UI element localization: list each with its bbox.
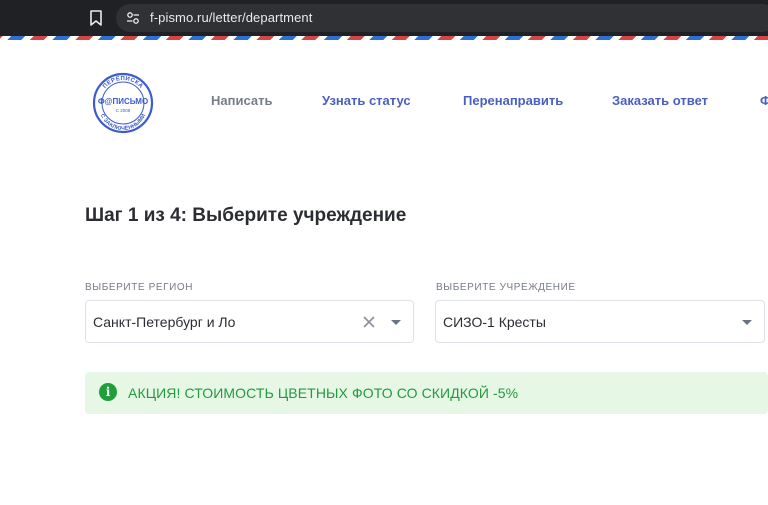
chevron-down-icon[interactable] (742, 320, 752, 325)
promo-text: АКЦИЯ! СТОИМОСТЬ ЦВЕТНЫХ ФОТО СО СКИДКОЙ… (128, 385, 519, 401)
chevron-down-icon[interactable] (391, 320, 401, 325)
step-title: Шаг 1 из 4: Выберите учреждение (85, 205, 407, 226)
info-icon: i (99, 383, 117, 401)
nav-redirect[interactable]: Перенаправить (463, 93, 563, 108)
nav-check-status[interactable]: Узнать статус (322, 93, 411, 108)
bookmark-icon[interactable] (89, 10, 103, 26)
logo-year: С 2008 (116, 108, 131, 113)
browser-toolbar: f-pismo.ru/letter/department (0, 0, 768, 36)
institution-label: ВЫБЕРИТЕ УЧРЕЖДЕНИЕ (436, 282, 576, 293)
clear-icon[interactable] (362, 315, 376, 329)
region-select-value: Санкт-Петербург и Ло (93, 314, 236, 330)
address-bar[interactable]: f-pismo.ru/letter/department (116, 4, 768, 32)
region-select[interactable]: Санкт-Петербург и Ло (85, 300, 414, 343)
institution-select-value: СИЗО-1 Кресты (443, 314, 546, 330)
airmail-stripe (0, 36, 768, 40)
region-label: ВЫБЕРИТЕ РЕГИОН (85, 282, 194, 293)
site-settings-icon[interactable] (126, 11, 140, 25)
logo-center: Ф@ПИСЬМО (98, 97, 148, 106)
url-text: f-pismo.ru/letter/department (150, 10, 313, 25)
promo-alert: i АКЦИЯ! СТОИМОСТЬ ЦВЕТНЫХ ФОТО СО СКИДК… (85, 372, 768, 414)
nav-more[interactable]: Ф (760, 93, 768, 108)
nav-write[interactable]: Написать (211, 93, 272, 108)
institution-select[interactable]: СИЗО-1 Кресты (435, 300, 765, 343)
nav-order-reply[interactable]: Заказать ответ (612, 93, 708, 108)
site-logo[interactable]: ПЕРЕПИСКА С ЗАКЛЮЧЁННЫМИ Ф@ПИСЬМО С 2008 (92, 72, 154, 134)
